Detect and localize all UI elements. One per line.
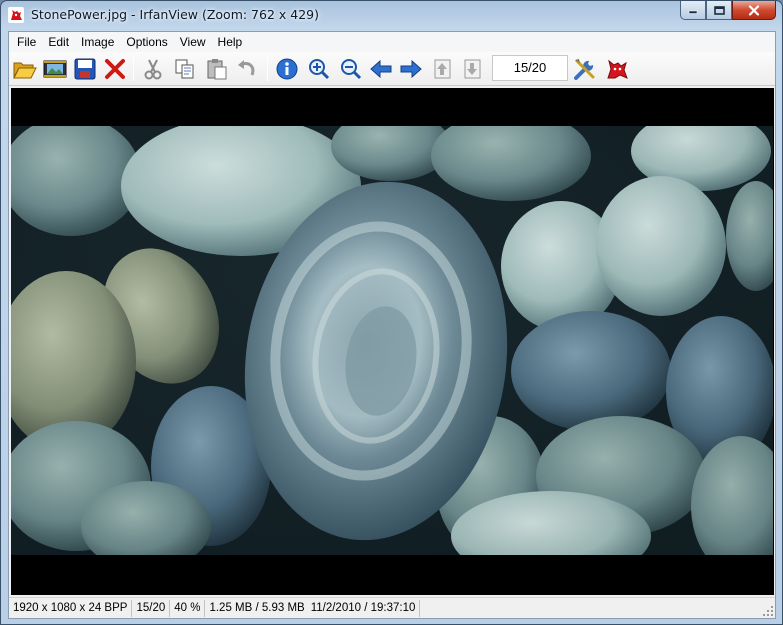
- irfanview-cat-icon: [607, 59, 628, 79]
- toolbar-separator: [133, 57, 134, 81]
- save-button[interactable]: [71, 55, 99, 83]
- menu-edit[interactable]: Edit: [42, 32, 75, 52]
- menu-bar: File Edit Image Options View Help: [9, 32, 775, 52]
- menu-image[interactable]: Image: [75, 32, 120, 52]
- last-page-button[interactable]: [459, 55, 487, 83]
- status-filesize: 1.25 MB / 5.93 MB: [209, 601, 305, 614]
- irfanview-window: StonePower.jpg - IrfanView (Zoom: 762 x …: [0, 0, 783, 625]
- caption-buttons: [680, 1, 776, 20]
- paste-button[interactable]: [203, 55, 231, 83]
- zoom-in-icon: [309, 59, 330, 80]
- minimize-button[interactable]: [680, 1, 706, 20]
- undo-icon: [238, 60, 255, 76]
- open-folder-icon: [13, 62, 37, 79]
- copy-icon: [175, 59, 194, 79]
- status-datetime: 11/2/2010 / 19:37:10: [307, 599, 421, 617]
- slideshow-button[interactable]: [41, 55, 69, 83]
- window-title: StonePower.jpg - IrfanView (Zoom: 762 x …: [31, 7, 319, 22]
- minimize-icon: [688, 10, 698, 14]
- properties-button[interactable]: [571, 55, 599, 83]
- menu-options[interactable]: Options: [120, 32, 173, 52]
- irfanview-cat-icon[interactable]: [8, 7, 24, 23]
- previous-icon: [370, 59, 392, 79]
- delete-button[interactable]: [101, 55, 129, 83]
- close-button[interactable]: [732, 1, 776, 20]
- status-dimensions: 1920 x 1080 x 24 BPP: [9, 599, 133, 617]
- save-icon: [74, 58, 96, 80]
- zoom-out-icon: [341, 59, 362, 80]
- image-viewport[interactable]: [11, 88, 774, 595]
- zoom-in-button[interactable]: [305, 55, 333, 83]
- last-page-icon: [464, 59, 481, 79]
- menu-help[interactable]: Help: [212, 32, 249, 52]
- toolbar: 15/20: [9, 52, 775, 86]
- title-bar[interactable]: StonePower.jpg - IrfanView (Zoom: 762 x …: [1, 1, 782, 31]
- zoom-out-button[interactable]: [337, 55, 365, 83]
- status-bar: 1920 x 1080 x 24 BPP 15/20 40 % 1.25 MB …: [9, 597, 775, 618]
- status-zoom: 40 %: [170, 599, 206, 617]
- first-page-button[interactable]: [429, 55, 457, 83]
- menu-view[interactable]: View: [174, 32, 212, 52]
- next-icon: [400, 59, 422, 79]
- resize-grip-icon[interactable]: [762, 605, 774, 617]
- open-button[interactable]: [11, 55, 39, 83]
- status-index: 15/20: [132, 599, 171, 617]
- close-icon: [748, 4, 760, 16]
- delete-icon: [105, 59, 125, 79]
- paste-icon: [207, 59, 227, 80]
- slideshow-icon: [43, 60, 67, 78]
- undo-button[interactable]: [233, 55, 261, 83]
- next-button[interactable]: [397, 55, 425, 83]
- info-button[interactable]: [273, 55, 301, 83]
- info-icon: [276, 58, 298, 80]
- client-area: File Edit Image Options View Help 15/20 …: [8, 31, 776, 619]
- first-page-icon: [434, 59, 451, 79]
- menu-file[interactable]: File: [11, 32, 42, 52]
- stone-photo: [11, 126, 773, 555]
- maximize-button[interactable]: [706, 1, 732, 20]
- maximize-icon: [713, 5, 725, 15]
- about-button[interactable]: [603, 55, 631, 83]
- properties-icon: [574, 59, 595, 80]
- page-counter-field[interactable]: 15/20: [492, 55, 568, 81]
- copy-button[interactable]: [171, 55, 199, 83]
- previous-button[interactable]: [367, 55, 395, 83]
- toolbar-separator: [267, 57, 268, 81]
- cut-button[interactable]: [139, 55, 167, 83]
- cut-icon: [144, 59, 162, 80]
